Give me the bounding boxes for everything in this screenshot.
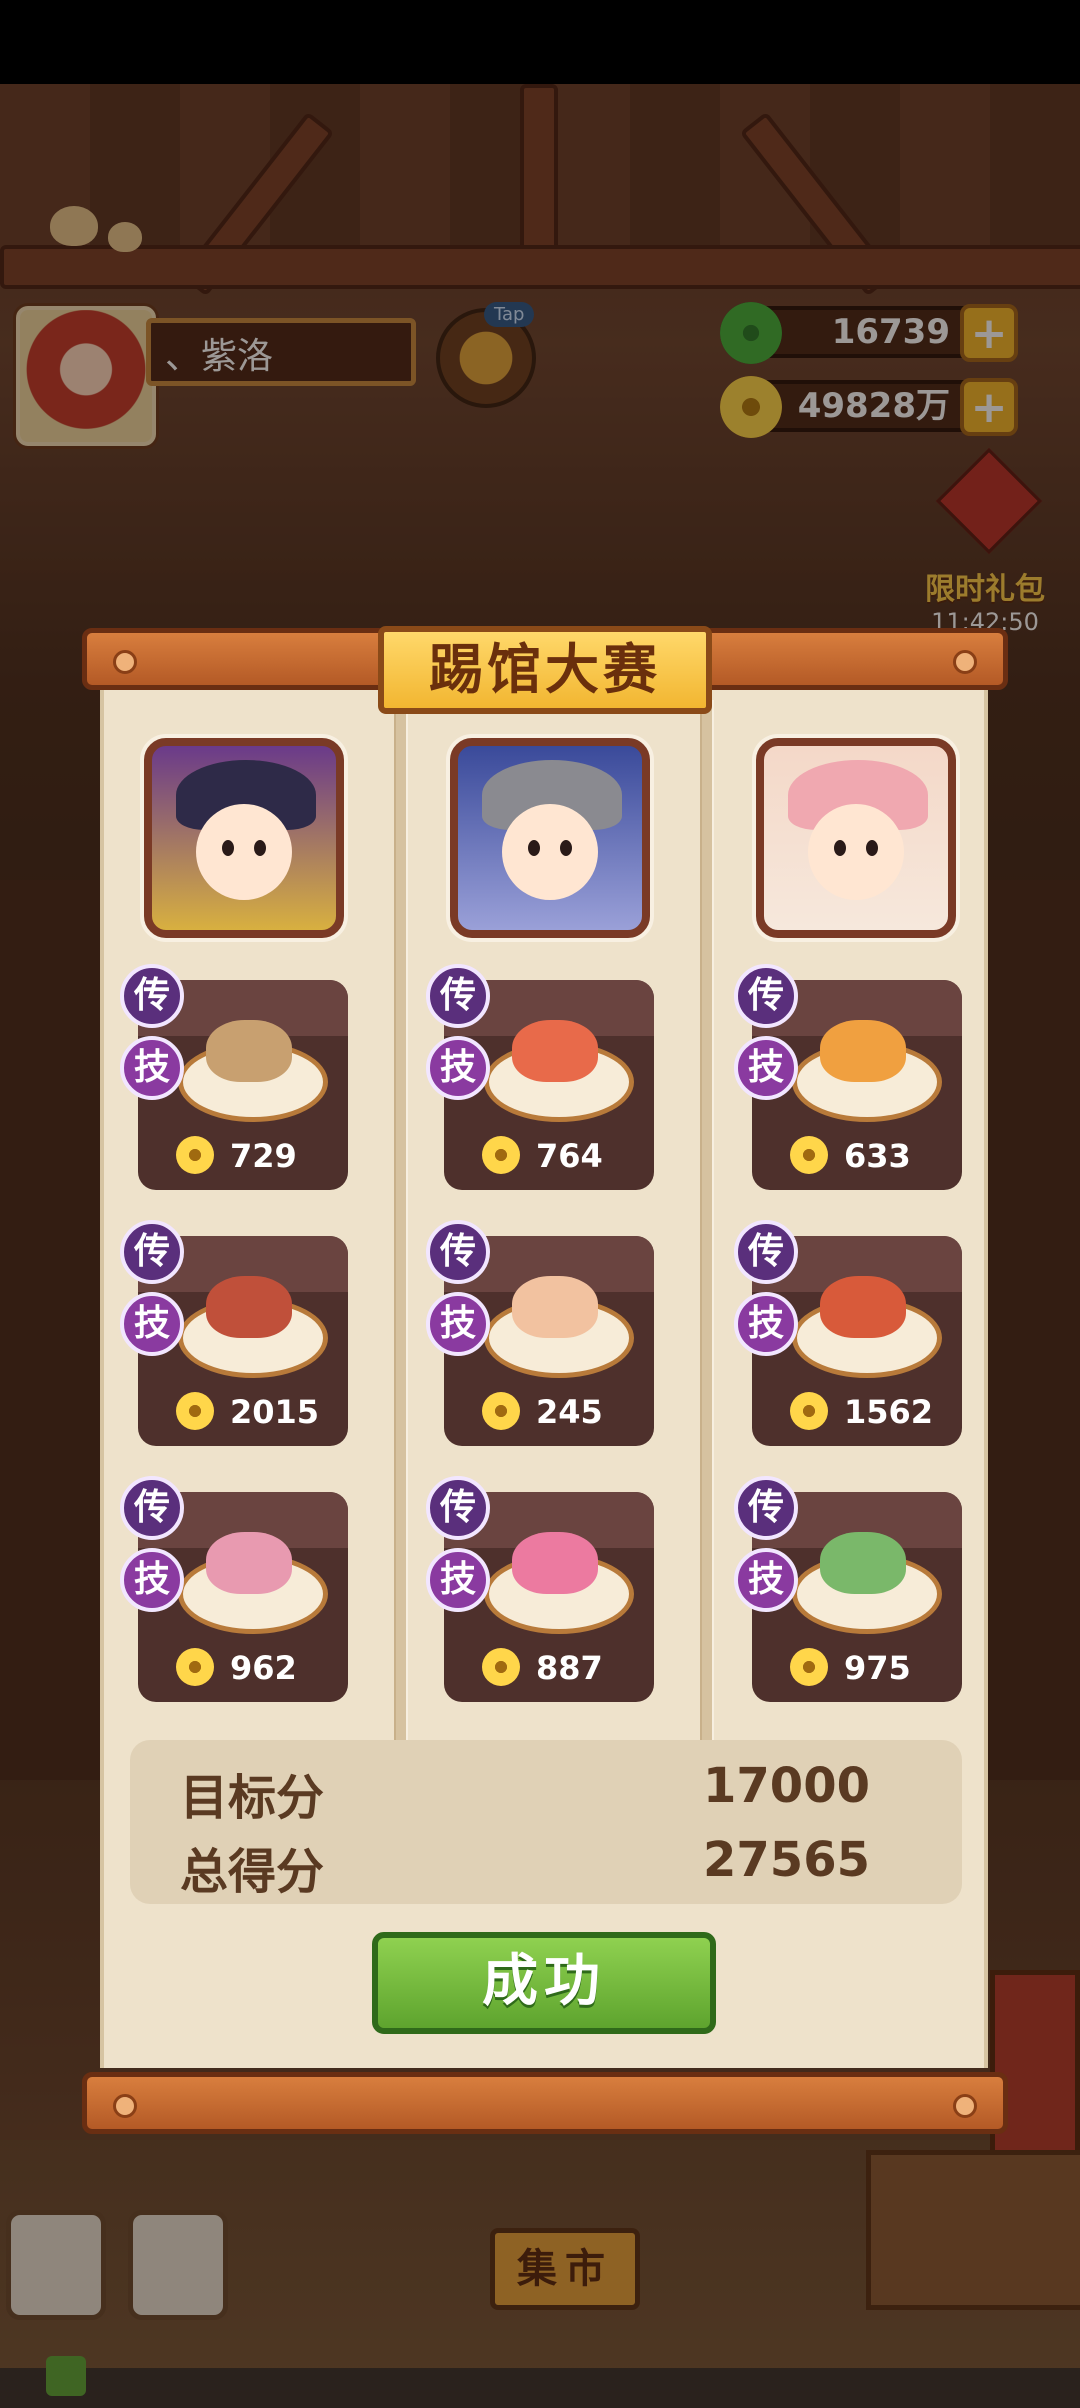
dish-card[interactable]: 传 技 245: [426, 1220, 654, 1446]
rod-knob: [953, 2094, 977, 2118]
price-value: 975: [844, 1649, 911, 1687]
dish-card[interactable]: 传 技 1562: [734, 1220, 962, 1446]
price-value: 962: [230, 1649, 297, 1687]
coin-icon: [482, 1136, 520, 1174]
coin-icon: [176, 1392, 214, 1430]
price-value: 633: [844, 1137, 911, 1175]
dish-card[interactable]: 传 技 2015: [120, 1220, 348, 1446]
coin-icon: [790, 1392, 828, 1430]
dish-food: [820, 1276, 906, 1338]
skill-badge: 技: [120, 1292, 184, 1356]
rod-knob: [953, 650, 977, 674]
target-score-value: 17000: [703, 1758, 870, 1814]
dish-card[interactable]: 传 技 975: [734, 1476, 962, 1702]
dish-price: 1562: [752, 1392, 962, 1432]
modal-title: 踢馆大赛: [378, 626, 712, 714]
coin-icon: [790, 1136, 828, 1174]
coin-icon: [176, 1648, 214, 1686]
target-score-label: 目标分: [180, 1770, 325, 1826]
skill-badge: 技: [734, 1036, 798, 1100]
skill-badge: 技: [120, 1548, 184, 1612]
dish-food: [512, 1020, 598, 1082]
skill-badge: 技: [734, 1548, 798, 1612]
skill-badge: 技: [426, 1292, 490, 1356]
legend-badge: 传: [426, 1476, 490, 1540]
dish-price: 975: [752, 1648, 962, 1688]
coin-icon: [176, 1136, 214, 1174]
legend-badge: 传: [734, 1476, 798, 1540]
dish-food: [206, 1276, 292, 1338]
dish-price: 729: [138, 1136, 348, 1176]
price-value: 764: [536, 1137, 603, 1175]
chef-face: [196, 804, 292, 900]
dish-food: [206, 1020, 292, 1082]
scroll-bottom-rod: [82, 2072, 1008, 2134]
rod-knob: [113, 2094, 137, 2118]
dish-card[interactable]: 传 技 729: [120, 964, 348, 1190]
dish-food: [820, 1020, 906, 1082]
skill-badge: 技: [426, 1548, 490, 1612]
dish-price: 633: [752, 1136, 962, 1176]
chef-portrait-2[interactable]: [450, 738, 650, 938]
dish-food: [820, 1532, 906, 1594]
success-button[interactable]: 成功: [372, 1932, 716, 2034]
skill-badge: 技: [120, 1036, 184, 1100]
total-score-value: 27565: [703, 1832, 870, 1888]
legend-badge: 传: [426, 964, 490, 1028]
dish-price: 887: [444, 1648, 654, 1688]
legend-badge: 传: [120, 1476, 184, 1540]
price-value: 2015: [230, 1393, 320, 1431]
dish-price: 245: [444, 1392, 654, 1432]
column-divider: [394, 700, 408, 1740]
coin-icon: [790, 1648, 828, 1686]
legend-badge: 传: [426, 1220, 490, 1284]
skill-badge: 技: [734, 1292, 798, 1356]
chef-portrait-3[interactable]: [756, 738, 956, 938]
dish-card[interactable]: 传 技 764: [426, 964, 654, 1190]
chef-portrait-1[interactable]: [144, 738, 344, 938]
status-bar: [0, 0, 1080, 84]
score-summary: 目标分 17000 总得分 27565: [130, 1740, 962, 1904]
dish-price: 2015: [138, 1392, 348, 1432]
price-value: 729: [230, 1137, 297, 1175]
price-value: 245: [536, 1393, 603, 1431]
skill-badge: 技: [426, 1036, 490, 1100]
legend-badge: 传: [120, 964, 184, 1028]
chef-face: [808, 804, 904, 900]
column-divider: [700, 700, 714, 1740]
coin-icon: [482, 1648, 520, 1686]
dish-card[interactable]: 传 技 633: [734, 964, 962, 1190]
dish-card[interactable]: 传 技 962: [120, 1476, 348, 1702]
legend-badge: 传: [734, 964, 798, 1028]
rod-knob: [113, 650, 137, 674]
coin-icon: [482, 1392, 520, 1430]
price-value: 1562: [844, 1393, 934, 1431]
dish-food: [512, 1276, 598, 1338]
dish-food: [206, 1532, 292, 1594]
legend-badge: 传: [120, 1220, 184, 1284]
total-score-label: 总得分: [180, 1844, 325, 1900]
dish-card[interactable]: 传 技 887: [426, 1476, 654, 1702]
dish-price: 962: [138, 1648, 348, 1688]
dish-food: [512, 1532, 598, 1594]
legend-badge: 传: [734, 1220, 798, 1284]
price-value: 887: [536, 1649, 603, 1687]
dish-price: 764: [444, 1136, 654, 1176]
chef-face: [502, 804, 598, 900]
